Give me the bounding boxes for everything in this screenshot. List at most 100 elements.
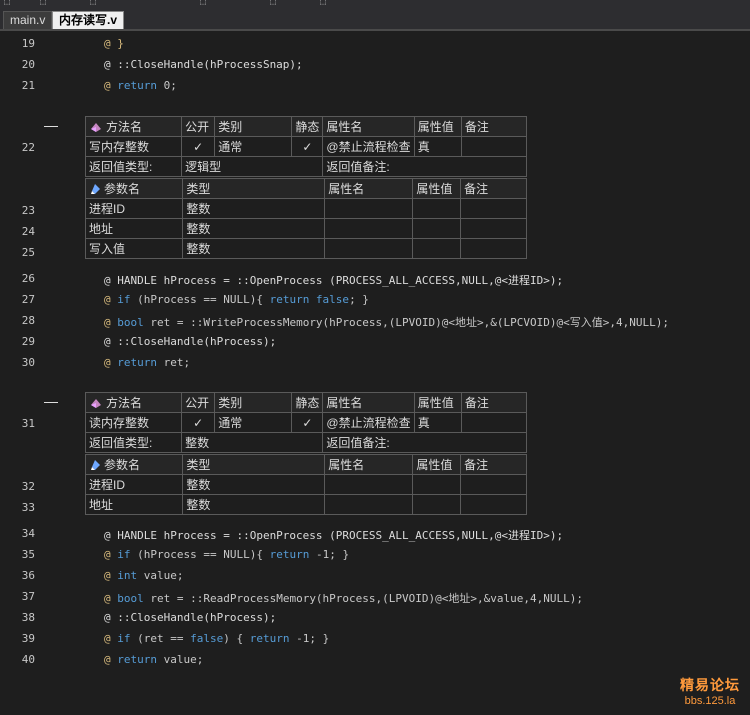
attr-name-cell[interactable]: @禁止流程检查 bbox=[322, 136, 415, 157]
method-name-cell[interactable]: 读内存整数 bbox=[84, 412, 183, 433]
at-marker: @ bbox=[104, 79, 118, 92]
public-check-icon[interactable]: ✓ bbox=[181, 412, 216, 433]
toolbar-icon[interactable]: ⬚ bbox=[320, 0, 326, 7]
line-number: 29 bbox=[21, 335, 35, 348]
attr-value-cell[interactable] bbox=[412, 198, 462, 219]
attr-value-cell[interactable]: 真 bbox=[413, 136, 462, 157]
method-table-2[interactable]: 方法名 公开 类别 静态 属性名 属性值 备注 读内存整数 ✓ 通常 ✓ @禁止… bbox=[84, 392, 528, 453]
code-line[interactable]: @ bool ret = ::ReadProcessMemory(hProces… bbox=[104, 590, 583, 606]
line-number: 22 bbox=[21, 141, 35, 154]
remark-cell[interactable] bbox=[460, 412, 528, 433]
tab-main-v[interactable]: main.v bbox=[3, 11, 53, 29]
param-icon bbox=[91, 184, 100, 194]
remark-cell[interactable] bbox=[460, 238, 527, 259]
param-name-cell[interactable]: 地址 bbox=[84, 494, 184, 515]
remark-cell[interactable] bbox=[460, 218, 527, 239]
code-line[interactable]: @ ::CloseHandle(hProcessSnap); bbox=[104, 58, 303, 71]
code-line[interactable]: @ return 0; bbox=[104, 79, 177, 92]
toolbar-icon[interactable]: ⬚ bbox=[270, 0, 276, 7]
code-line[interactable]: @ return ret; bbox=[104, 356, 190, 369]
line-number: 39 bbox=[21, 632, 35, 645]
method-name-cell[interactable]: 写内存整数 bbox=[84, 136, 183, 157]
attr-cell[interactable] bbox=[324, 474, 414, 495]
param-name-cell[interactable]: 地址 bbox=[84, 218, 184, 239]
code-line[interactable]: @ ::CloseHandle(hProcess); bbox=[104, 611, 276, 624]
return-type-value[interactable]: 逻辑型 bbox=[181, 156, 324, 177]
toolbar-icon[interactable]: ⬚ bbox=[200, 0, 206, 7]
col-attr-value: 属性值 bbox=[413, 116, 462, 137]
code-line[interactable]: @ if (hProcess == NULL){ return -1; } bbox=[104, 548, 349, 561]
at-marker: @ bbox=[104, 632, 118, 645]
code-line[interactable]: @ if (hProcess == NULL){ return false; } bbox=[104, 293, 369, 306]
code-text: ; } bbox=[349, 293, 369, 306]
static-check-icon[interactable]: ✓ bbox=[291, 136, 324, 157]
code-line[interactable]: @ } bbox=[104, 37, 124, 50]
code-line[interactable]: @ HANDLE hProcess = ::OpenProcess (PROCE… bbox=[104, 272, 563, 288]
param-type-cell[interactable]: 整数 bbox=[182, 494, 326, 515]
static-check-icon[interactable]: ✓ bbox=[291, 412, 324, 433]
code-editor[interactable]: 19 @ } 20 @ ::CloseHandle(hProcessSnap);… bbox=[0, 31, 750, 715]
code-text: ret; bbox=[157, 356, 191, 369]
toolbar-icon[interactable]: ⬚ bbox=[4, 0, 10, 7]
param-table-2[interactable]: 参数名 类型 属性名 属性值 备注 进程ID 整数 地址 整数 bbox=[84, 454, 527, 515]
param-table-1[interactable]: 参数名 类型 属性名 属性值 备注 进程ID 整数 地址 整数 写入值 整数 bbox=[84, 178, 527, 259]
return-type-value[interactable]: 整数 bbox=[181, 432, 324, 453]
return-remark-label[interactable]: 返回值备注: bbox=[322, 156, 527, 177]
code-line[interactable]: @ bool ret = ::WriteProcessMemory(hProce… bbox=[104, 314, 669, 330]
code-line[interactable]: @ ::CloseHandle(hProcess); bbox=[104, 335, 276, 348]
remark-cell[interactable] bbox=[460, 136, 528, 157]
line-number: 26 bbox=[21, 272, 35, 285]
toolbar-icon[interactable]: ⬚ bbox=[90, 0, 96, 7]
public-check-icon[interactable]: ✓ bbox=[181, 136, 216, 157]
attr-value-cell[interactable] bbox=[412, 494, 462, 515]
param-type-cell[interactable]: 整数 bbox=[182, 238, 326, 259]
code-line[interactable]: @ int value; bbox=[104, 569, 183, 582]
line-number: 19 bbox=[21, 37, 35, 50]
return-remark-label[interactable]: 返回值备注: bbox=[322, 432, 527, 453]
remark-cell[interactable] bbox=[460, 198, 527, 219]
code-line[interactable]: @ return value; bbox=[104, 653, 203, 666]
toolbar-icon[interactable]: ⬚ bbox=[40, 0, 46, 7]
collapse-marker[interactable] bbox=[44, 402, 58, 403]
param-name-cell[interactable]: 进程ID bbox=[84, 474, 184, 495]
collapse-marker[interactable] bbox=[44, 126, 58, 127]
remark-cell[interactable] bbox=[460, 474, 527, 495]
col-attr-value: 属性值 bbox=[413, 392, 462, 413]
code-text: @ ::CloseHandle(hProcess); bbox=[104, 611, 277, 624]
keyword: bool bbox=[117, 316, 144, 329]
attr-cell[interactable] bbox=[324, 238, 414, 259]
line-number: 23 bbox=[21, 204, 35, 217]
code-line[interactable]: @ HANDLE hProcess = ::OpenProcess (PROCE… bbox=[104, 527, 563, 543]
attr-value-cell[interactable] bbox=[412, 218, 462, 239]
line-number: 25 bbox=[21, 246, 35, 259]
keyword: if bbox=[117, 632, 131, 645]
attr-cell[interactable] bbox=[324, 494, 414, 515]
category-cell[interactable]: 通常 bbox=[214, 136, 293, 157]
attr-value-cell[interactable]: 真 bbox=[413, 412, 462, 433]
attr-value-cell[interactable] bbox=[412, 238, 462, 259]
col-static: 静态 bbox=[291, 116, 324, 137]
code-text: ) { bbox=[223, 632, 250, 645]
param-type-cell[interactable]: 整数 bbox=[182, 198, 326, 219]
attr-value-cell[interactable] bbox=[412, 474, 462, 495]
method-table-1[interactable]: 方法名 公开 类别 静态 属性名 属性值 备注 写内存整数 ✓ 通常 ✓ @禁止… bbox=[84, 116, 528, 177]
attr-name-cell[interactable]: @禁止流程检查 bbox=[322, 412, 415, 433]
attr-cell[interactable] bbox=[324, 218, 414, 239]
param-name-cell[interactable]: 进程ID bbox=[84, 198, 184, 219]
param-name-cell[interactable]: 写入值 bbox=[84, 238, 184, 259]
at-marker: @ bbox=[104, 316, 118, 329]
col-attr-value: 属性值 bbox=[412, 454, 462, 475]
category-cell[interactable]: 通常 bbox=[214, 412, 293, 433]
attr-cell[interactable] bbox=[324, 198, 414, 219]
col-type: 类型 bbox=[182, 178, 326, 199]
col-type: 类型 bbox=[182, 454, 326, 475]
param-type-cell[interactable]: 整数 bbox=[182, 474, 326, 495]
code-text: @ ::CloseHandle(hProcessSnap); bbox=[104, 58, 303, 71]
at-marker: @ bbox=[104, 569, 118, 582]
param-type-cell[interactable]: 整数 bbox=[182, 218, 326, 239]
col-public: 公开 bbox=[181, 116, 216, 137]
code-line[interactable]: @ if (ret == false) { return -1; } bbox=[104, 632, 329, 645]
remark-cell[interactable] bbox=[460, 494, 527, 515]
tab-memory-rw[interactable]: 内存读写.v bbox=[52, 11, 125, 29]
code-text: ret = ::ReadProcessMemory(hProcess,(LPVO… bbox=[143, 592, 583, 605]
